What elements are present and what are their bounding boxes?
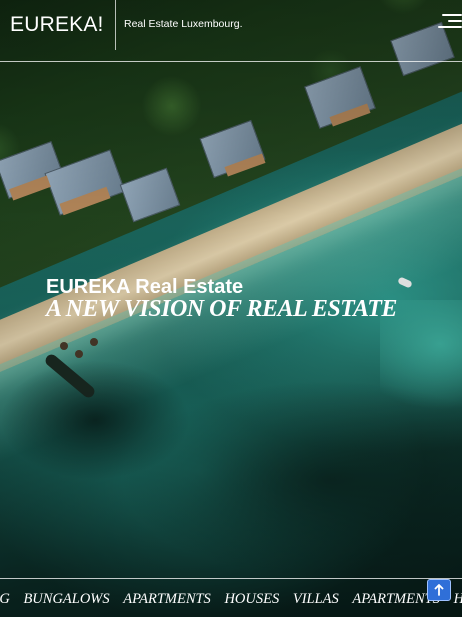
hamburger-menu-icon[interactable] <box>436 12 462 32</box>
ticker-item[interactable]: HOUSES <box>224 591 279 608</box>
ticker-track: URG BUNGALOWS APARTMENTS HOUSES VILLAS A… <box>0 591 462 608</box>
property-type-ticker: URG BUNGALOWS APARTMENTS HOUSES VILLAS A… <box>0 578 462 617</box>
scroll-to-top-button[interactable] <box>427 579 451 601</box>
ticker-item[interactable]: HO <box>454 591 462 608</box>
site-tagline: Real Estate Luxembourg. <box>124 18 243 30</box>
menu-line <box>442 14 462 16</box>
ticker-item[interactable]: BUNGALOWS <box>23 591 109 608</box>
ticker-item[interactable]: APARTMENTS <box>123 591 211 608</box>
ticker-item[interactable]: URG <box>0 591 10 608</box>
hero-subtitle: A NEW VISION OF REAL ESTATE <box>46 296 397 322</box>
menu-line <box>448 20 462 22</box>
arrow-up-icon <box>434 584 444 596</box>
menu-line <box>438 26 462 28</box>
ticker-item[interactable]: VILLAS <box>293 591 339 608</box>
site-header: EUREKA! Real Estate Luxembourg. <box>0 0 462 62</box>
header-divider <box>115 0 116 50</box>
site-logo[interactable]: EUREKA! <box>10 13 104 37</box>
